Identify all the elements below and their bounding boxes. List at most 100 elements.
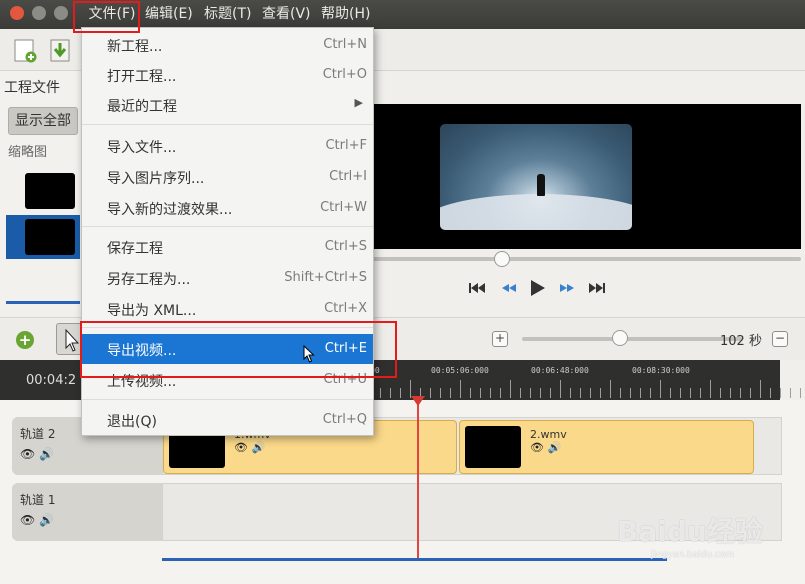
track-header[interactable]: 轨道 1 👁 🔊 xyxy=(12,483,162,541)
eye-speaker-icon[interactable]: 👁 🔊 xyxy=(530,441,561,454)
window-close-button[interactable] xyxy=(10,6,24,20)
ruler-tick xyxy=(490,388,491,398)
panel-scrollbar[interactable] xyxy=(6,301,80,304)
ruler-tick xyxy=(690,388,691,398)
preview-figure xyxy=(537,174,545,196)
window-minimize-button[interactable] xyxy=(32,6,46,20)
ruler-tick xyxy=(760,380,761,398)
file-thumbnail xyxy=(25,173,75,209)
preview-frame-image xyxy=(440,124,632,230)
ruler-tick xyxy=(400,388,401,398)
menu-item-new-project[interactable]: 新工程... Ctrl+N xyxy=(82,30,373,60)
ruler-tick xyxy=(460,380,461,398)
eye-speaker-icon[interactable]: 👁 🔊 xyxy=(20,513,54,527)
menu-item-save-project-as[interactable]: 另存工程为... Shift+Ctrl+S xyxy=(82,263,373,293)
video-preview xyxy=(370,104,801,249)
menu-item-shortcut: Shift+Ctrl+S xyxy=(284,270,367,285)
playhead-line[interactable] xyxy=(417,400,419,560)
tab-project-files[interactable]: 工程文件 xyxy=(4,77,60,99)
ruler-tick xyxy=(480,388,481,398)
ruler-tick xyxy=(470,388,471,398)
timeline-scrollbar[interactable] xyxy=(162,558,667,561)
ruler-tick xyxy=(600,388,601,398)
menu-edit[interactable]: 编辑(E) xyxy=(145,0,193,29)
watermark-logo: Baidu经验 xyxy=(617,515,763,548)
import-file-icon[interactable] xyxy=(48,37,72,63)
menu-item-import-transition[interactable]: 导入新的过渡效果... Ctrl+W xyxy=(82,193,373,223)
menu-item-label: 另存工程为... xyxy=(107,272,191,288)
window-maximize-button[interactable] xyxy=(54,6,68,20)
ruler-tick xyxy=(430,388,431,398)
zoom-value: 102 秒 xyxy=(720,334,762,349)
skip-to-end-icon[interactable] xyxy=(588,279,606,297)
playhead-marker[interactable] xyxy=(411,396,425,406)
clip-name: 2.wmv xyxy=(530,428,567,441)
ruler-tick xyxy=(730,388,731,398)
menu-item-label: 退出(Q) xyxy=(107,414,157,430)
ruler-tick xyxy=(770,388,771,398)
ruler-tick xyxy=(610,380,611,398)
add-track-button[interactable]: + xyxy=(16,331,34,349)
annotation-highlight-export-video xyxy=(80,321,397,378)
ruler-tick xyxy=(450,388,451,398)
ruler-tick xyxy=(440,388,441,398)
ruler-tick xyxy=(750,388,751,398)
menu-item-label: 新工程... xyxy=(107,39,163,55)
ruler-tick xyxy=(390,388,391,398)
seek-handle[interactable] xyxy=(494,251,510,267)
skip-to-start-icon[interactable] xyxy=(468,279,486,297)
current-time: 00:04:2 xyxy=(26,373,77,388)
menu-title[interactable]: 标题(T) xyxy=(204,0,251,29)
file-list xyxy=(6,169,80,261)
menu-help[interactable]: 帮助(H) xyxy=(321,0,370,29)
ruler-tick xyxy=(780,388,781,398)
menu-item-quit[interactable]: 退出(Q) Ctrl+Q xyxy=(82,405,373,435)
ruler-tick xyxy=(500,388,501,398)
ruler-tick xyxy=(670,388,671,398)
ruler-tick xyxy=(740,388,741,398)
menu-item-import-files[interactable]: 导入文件... Ctrl+F xyxy=(82,131,373,161)
menu-item-label: 导入图片序列... xyxy=(107,171,205,187)
menu-item-label: 导入文件... xyxy=(107,140,177,156)
menu-item-import-image-sequence[interactable]: 导入图片序列... Ctrl+I xyxy=(82,162,373,192)
show-all-button[interactable]: 显示全部 xyxy=(8,107,78,135)
track-name: 轨道 2 xyxy=(20,427,56,441)
menu-item-label: 最近的工程 xyxy=(107,99,177,115)
menu-view[interactable]: 查看(V) xyxy=(262,0,311,29)
rewind-icon[interactable] xyxy=(500,279,518,297)
file-list-item-selected[interactable] xyxy=(6,215,80,259)
zoom-out-button[interactable]: − xyxy=(772,331,788,347)
ruler-tick xyxy=(570,388,571,398)
project-files-panel: 工程文件 显示全部 缩略图 xyxy=(0,71,82,311)
ruler-tick xyxy=(680,388,681,398)
watermark: Baidu经验 jingyan.baidu.com xyxy=(617,510,787,570)
zoom-slider[interactable] xyxy=(522,337,742,341)
mouse-cursor-icon xyxy=(303,345,315,363)
menu-item-recent-projects[interactable]: 最近的工程 ▶ xyxy=(82,90,373,120)
zoom-in-button[interactable]: + xyxy=(492,331,508,347)
menu-item-shortcut: Ctrl+N xyxy=(323,37,367,52)
eye-speaker-icon[interactable]: 👁 🔊 xyxy=(234,441,265,454)
zoom-slider-handle[interactable] xyxy=(612,330,628,346)
timeline-clip[interactable]: 2.wmv 👁 🔊 xyxy=(459,420,754,474)
thumbnail-filter[interactable]: 缩略图 xyxy=(8,143,47,163)
fast-forward-icon[interactable] xyxy=(558,279,576,297)
play-icon[interactable] xyxy=(528,279,546,297)
file-list-item[interactable] xyxy=(6,169,80,213)
watermark-url: jingyan.baidu.com xyxy=(651,550,735,560)
ruler-tick xyxy=(550,388,551,398)
ruler-tick xyxy=(530,388,531,398)
ruler-tick xyxy=(650,388,651,398)
ruler-tick-label: 00:05:06:000 xyxy=(431,366,489,375)
menu-item-open-project[interactable]: 打开工程... Ctrl+O xyxy=(82,60,373,90)
ruler-tick xyxy=(540,388,541,398)
menu-separator xyxy=(82,226,373,227)
eye-speaker-icon[interactable]: 👁 🔊 xyxy=(20,447,54,461)
menu-item-shortcut: Ctrl+S xyxy=(324,239,367,254)
menu-item-shortcut: Ctrl+Q xyxy=(322,412,367,427)
track-name: 轨道 1 xyxy=(20,493,56,507)
seek-bar[interactable] xyxy=(373,257,801,261)
new-project-icon[interactable] xyxy=(13,37,37,63)
menu-item-export-xml[interactable]: 导出为 XML... Ctrl+X xyxy=(82,294,373,324)
menu-item-save-project[interactable]: 保存工程 Ctrl+S xyxy=(82,232,373,262)
